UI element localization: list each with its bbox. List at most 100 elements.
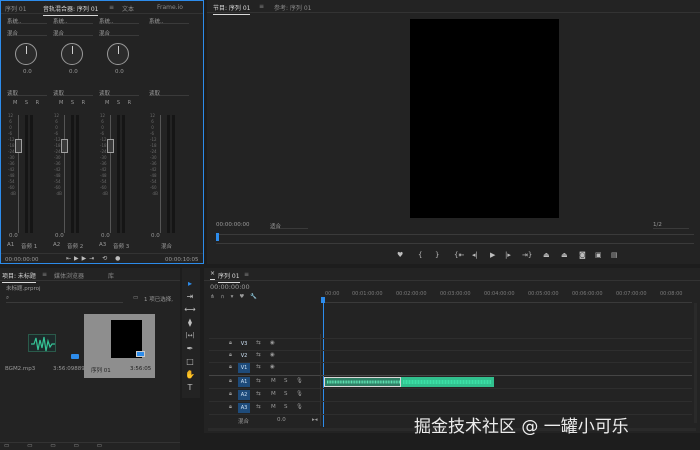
sync-lock-icon[interactable]: ⇆ (256, 364, 261, 370)
volume-fader[interactable] (107, 139, 114, 153)
lock-icon[interactable]: 🔒︎ (229, 404, 232, 411)
mute-button[interactable]: M (271, 404, 276, 410)
panel-menu-icon[interactable]: ≡ (42, 271, 47, 278)
mix-value[interactable]: 0.0 (277, 417, 286, 423)
monitor-playhead[interactable] (216, 233, 219, 241)
ripple-edit-tool-icon[interactable]: ⟷ (184, 304, 196, 316)
track-name[interactable]: A2 (238, 390, 250, 400)
track-name[interactable]: A3 (238, 403, 250, 413)
volume-value[interactable]: 0.0 (9, 233, 18, 239)
automation-mode-select[interactable]: 读取 (53, 89, 93, 97)
extract-icon[interactable]: ⏏ (561, 251, 568, 259)
sync-lock-icon[interactable]: ⇆ (256, 352, 261, 358)
lock-icon[interactable]: 🔒︎ (229, 352, 232, 359)
pan-value[interactable]: 0.0 (115, 69, 124, 75)
channel-mode-select[interactable]: 系统.. (53, 17, 93, 25)
mixer-timecode[interactable]: 00:00:00:00 (5, 257, 39, 263)
eye-icon[interactable]: ◉ (270, 352, 275, 358)
project-item-sequence[interactable]: 序列 01 3:56:05 (84, 314, 155, 378)
volume-value[interactable]: 0.0 (101, 233, 110, 239)
tab-program[interactable]: 节目: 序列 01 (213, 3, 251, 15)
pen-tool-icon[interactable]: ✒ (184, 343, 196, 355)
eye-icon[interactable]: ◉ (270, 364, 275, 370)
step-forward-icon[interactable]: |▸ (505, 251, 511, 259)
channel-mode-select[interactable]: 系统.. (99, 17, 139, 25)
pan-knob[interactable] (107, 43, 129, 65)
timeline-timecode[interactable]: 00:00:00:00 (210, 283, 250, 291)
tab-media-browser[interactable]: 媒体浏览器 (54, 271, 84, 280)
panel-menu-icon[interactable]: ≡ (109, 4, 114, 11)
lift-icon[interactable]: ⏏ (543, 251, 550, 259)
channel-blend-select[interactable]: 混合 (99, 29, 139, 37)
automation-mode-select[interactable]: 读取 (99, 89, 139, 97)
mute-solo-record-buttons[interactable]: M S R (59, 100, 88, 106)
step-back-icon[interactable]: ◂| (472, 251, 478, 259)
lock-icon[interactable]: 🔒︎ (229, 378, 232, 385)
monitor-time-ruler[interactable] (216, 234, 694, 242)
microphone-icon[interactable]: 🎙︎ (296, 404, 303, 410)
tab-frameio[interactable]: Frame.io (157, 4, 183, 11)
toggle-proxies-icon[interactable]: ▤ (611, 251, 618, 259)
volume-fader[interactable] (61, 139, 68, 153)
tab-text[interactable]: 文本 (122, 4, 134, 13)
mute-button[interactable]: M (271, 391, 276, 397)
pan-knob[interactable] (15, 43, 37, 65)
go-to-in-icon[interactable]: {⇤ (454, 251, 464, 259)
channel-mode-select[interactable]: 系统.. (149, 17, 189, 25)
tab-source[interactable]: 序列 01 (5, 4, 27, 13)
sync-lock-icon[interactable]: ⇆ (256, 391, 261, 397)
go-to-end-icon[interactable]: ▸◂ (312, 417, 318, 423)
comparison-view-icon[interactable]: ▣ (595, 251, 602, 259)
hand-tool-icon[interactable]: ✋ (184, 369, 196, 381)
panel-menu-icon[interactable]: ≡ (244, 271, 249, 278)
fit-select[interactable]: 适合 (270, 222, 308, 230)
tab-sequence[interactable]: 序列 01 (218, 271, 240, 283)
automation-mode-select[interactable]: 读取 (149, 89, 189, 97)
channel-blend-select[interactable]: 混合 (7, 29, 47, 37)
microphone-icon[interactable]: 🎙︎ (296, 378, 303, 384)
timeline-playhead[interactable] (323, 302, 324, 427)
automation-mode-select[interactable]: 读取 (7, 89, 47, 97)
vertical-scrollbar[interactable] (694, 303, 697, 423)
timeline-ruler[interactable] (322, 299, 692, 303)
timeline-settings-icons[interactable]: ⋔∩▾♥🔧 (210, 294, 263, 300)
volume-value[interactable]: 0.0 (55, 233, 64, 239)
search-input[interactable]: ⌕ (6, 295, 123, 303)
lock-icon[interactable]: 🔒︎ (229, 364, 232, 371)
selection-tool-icon[interactable]: ▸ (184, 278, 196, 290)
tab-project[interactable]: 项目: 未标题 (2, 271, 36, 283)
mark-in-icon[interactable]: { (418, 251, 422, 259)
eye-icon[interactable]: ◉ (270, 340, 275, 346)
lock-icon[interactable]: 🔒︎ (229, 391, 232, 398)
mark-out-icon[interactable]: } (435, 251, 439, 259)
channel-mode-select[interactable]: 系统.. (7, 17, 47, 25)
mixer-transport-controls[interactable]: ⇤▶▶⇥ ⟲ ● (66, 255, 123, 262)
mute-button[interactable]: M (271, 378, 276, 384)
close-icon[interactable]: × (210, 270, 216, 280)
track-name[interactable]: A1 (238, 377, 250, 387)
export-frame-icon[interactable]: ◙ (579, 251, 586, 259)
track-select-tool-icon[interactable]: ⇥ (184, 291, 196, 303)
tab-libraries[interactable]: 库 (108, 271, 114, 280)
playhead-timecode[interactable]: 00:00:00:00 (216, 222, 250, 228)
slip-tool-icon[interactable]: |↔| (184, 330, 196, 342)
track-name[interactable]: V2 (238, 351, 250, 361)
volume-fader[interactable] (15, 139, 22, 153)
project-footer-buttons[interactable]: ▭▭▭▭▭ (4, 443, 120, 449)
pan-knob[interactable] (61, 43, 83, 65)
sync-lock-icon[interactable]: ⇆ (256, 340, 261, 346)
mute-solo-record-buttons[interactable]: M S R (105, 100, 134, 106)
channel-blend-select[interactable]: 混合 (53, 29, 93, 37)
panel-menu-icon[interactable]: ≡ (259, 3, 264, 10)
go-to-out-icon[interactable]: ⇥} (522, 251, 532, 259)
microphone-icon[interactable]: 🎙︎ (296, 391, 303, 397)
lock-icon[interactable]: 🔒︎ (229, 340, 232, 347)
solo-button[interactable]: S (284, 378, 288, 384)
tab-reference[interactable]: 参考: 序列 01 (274, 3, 311, 12)
project-item-audio[interactable]: BGM2.mp3 3:56:09889 (3, 314, 85, 378)
play-icon[interactable]: ▶ (490, 251, 495, 259)
mute-solo-record-buttons[interactable]: M S R (13, 100, 42, 106)
track-name[interactable]: V3 (238, 339, 250, 349)
volume-value[interactable]: 0.0 (151, 233, 160, 239)
new-bin-icon[interactable]: ▭ (133, 295, 138, 301)
